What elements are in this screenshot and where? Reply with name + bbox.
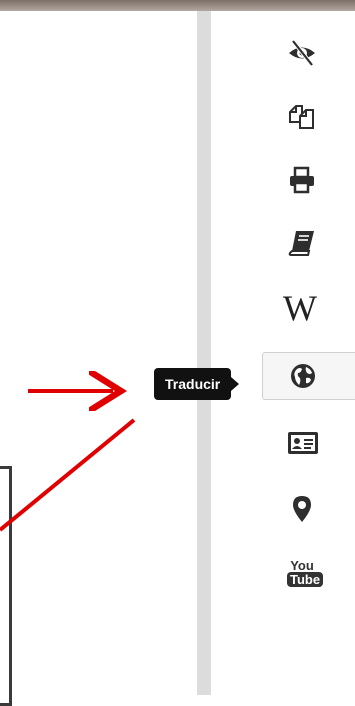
book-icon (287, 228, 317, 258)
translate-button[interactable] (262, 352, 355, 400)
content-area (0, 11, 197, 695)
content-panel-frame (0, 466, 12, 706)
map-pin-button[interactable] (262, 486, 355, 532)
top-bar (0, 0, 355, 11)
translate-tooltip: Traducir (154, 368, 240, 400)
print-button[interactable] (262, 157, 355, 203)
print-icon (287, 165, 317, 195)
tool-sidebar: W You Tube (211, 11, 355, 695)
sidebar-separator (197, 11, 211, 695)
globe-icon (288, 361, 318, 391)
contact-card-icon (287, 429, 319, 457)
youtube-button[interactable]: You Tube (262, 547, 355, 599)
wikipedia-button[interactable]: W (262, 285, 355, 331)
hide-button[interactable] (262, 30, 355, 76)
map-pin-icon (287, 494, 317, 524)
copy-button[interactable] (262, 93, 355, 139)
book-button[interactable] (262, 220, 355, 266)
hide-icon (287, 38, 317, 68)
copy-icon (287, 101, 317, 131)
youtube-icon: You Tube (287, 559, 324, 587)
contact-card-button[interactable] (262, 420, 355, 466)
wikipedia-icon: W (283, 288, 317, 328)
